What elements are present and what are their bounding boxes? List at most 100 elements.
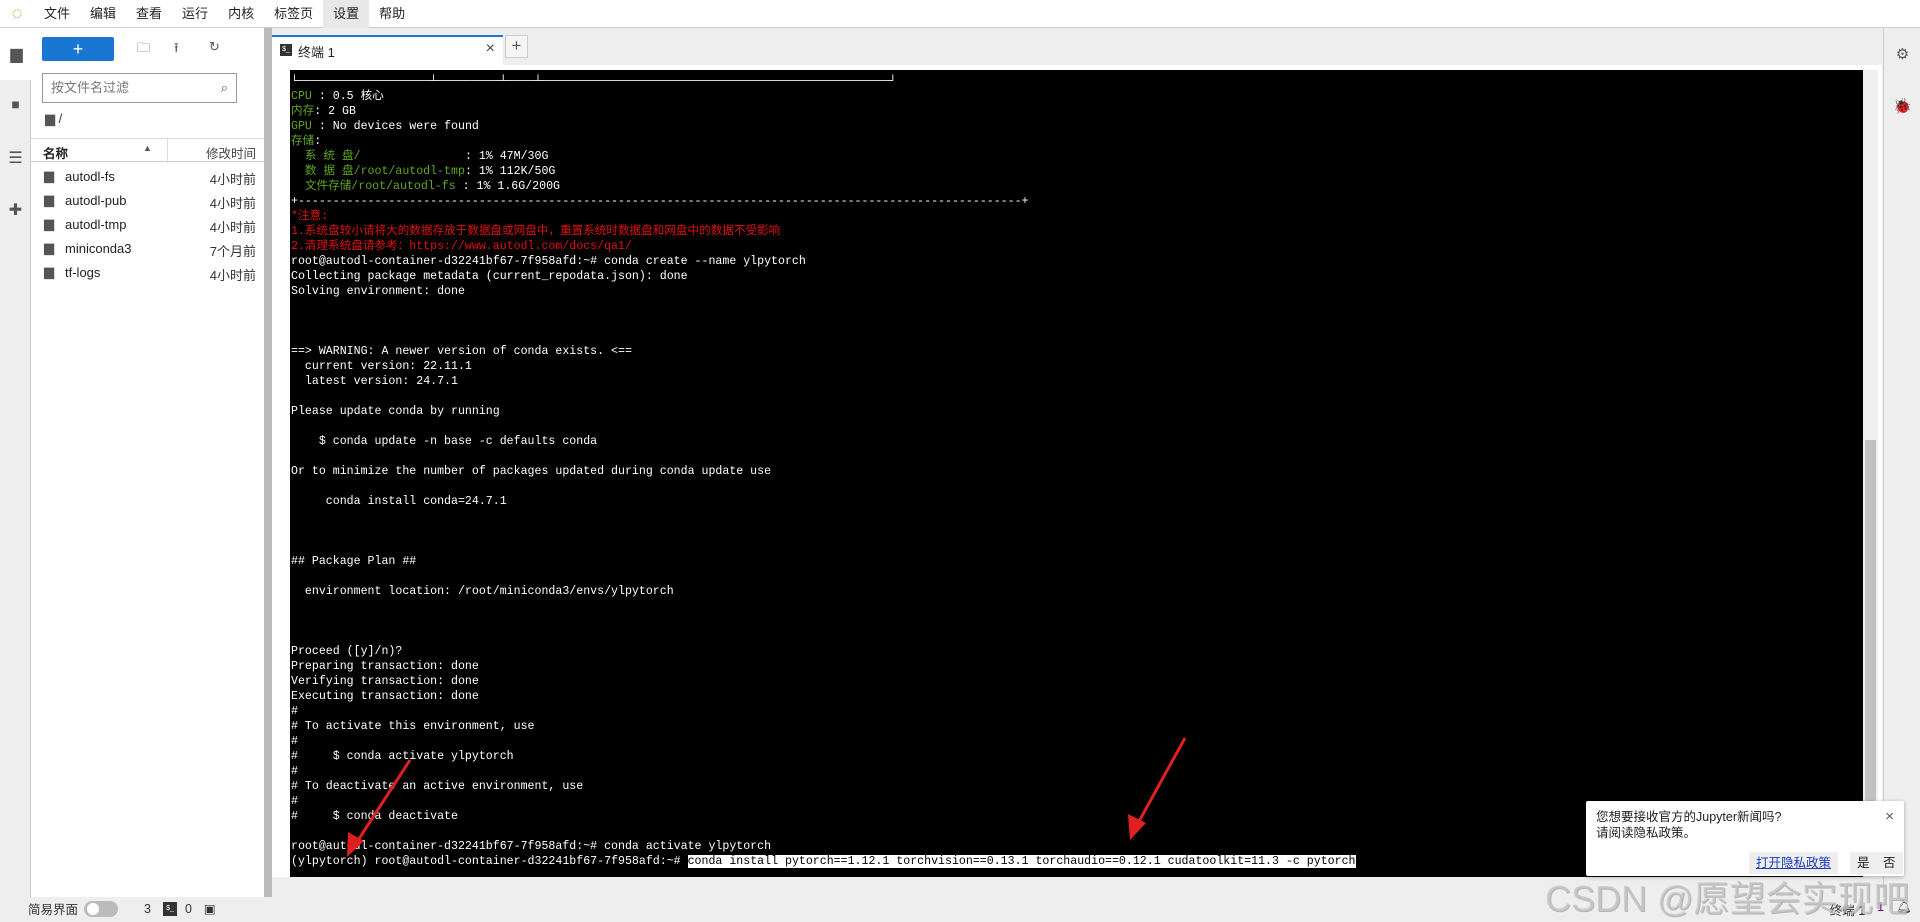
terminal-text: 存储 xyxy=(291,135,315,148)
new-launcher-button[interactable]: + xyxy=(42,37,114,61)
running-stop-icon[interactable]: ⏹ xyxy=(0,80,31,132)
file-list-item[interactable]: ▆ miniconda3 7个月前 xyxy=(31,237,264,261)
terminal-line: # To activate this environment, use xyxy=(291,719,1356,734)
terminal-text: : 1% 47M/30G xyxy=(464,150,549,163)
folder-icon: ▆ xyxy=(44,192,54,207)
terminal-text: Or to minimize the number of packages up… xyxy=(291,465,772,478)
jupyter-logo-icon: ◌ xyxy=(11,3,23,23)
terminal-line: Or to minimize the number of packages up… xyxy=(291,464,1356,479)
filter-input[interactable]: 按文件名过滤 ⌕ xyxy=(42,73,237,103)
breadcrumb[interactable]: ▆ / xyxy=(45,111,62,127)
terminal-line: # xyxy=(291,704,1356,719)
terminal-line: └───────────────────┴─────────┴────┴────… xyxy=(291,74,1356,89)
folder-icon[interactable]: ▆ xyxy=(0,28,31,80)
terminal-text: root@autodl-container-d32241bf67-7f958af… xyxy=(291,840,772,853)
terminal-line: 文件存储/root/autodl-fs : 1% 1.6G/200G xyxy=(291,179,1356,194)
close-icon[interactable]: × xyxy=(486,40,495,58)
file-list-item[interactable]: ▆ autodl-tmp 4小时前 xyxy=(31,213,264,237)
upload-icon[interactable]: ⭱ xyxy=(174,39,179,61)
terminal-text: Executing transaction: done xyxy=(291,690,479,703)
menu-item[interactable]: 标签页 xyxy=(264,0,323,28)
file-name: autodl-tmp xyxy=(65,217,127,232)
menu-item[interactable]: 运行 xyxy=(172,0,218,28)
new-folder-icon[interactable]: 🗀 xyxy=(137,39,150,61)
column-modified[interactable]: 修改时间 xyxy=(206,143,256,162)
simple-mode-toggle[interactable] xyxy=(84,900,119,917)
terminal-line: $ conda update -n base -c defaults conda xyxy=(291,434,1356,449)
terminal-text: 文件存储/root/autodl-fs xyxy=(291,180,463,193)
terminal-text: # xyxy=(291,765,298,778)
toc-list-icon[interactable]: ☰ xyxy=(0,132,31,184)
terminal-line: ## Package Plan ## xyxy=(291,554,1356,569)
menu-item[interactable]: 帮助 xyxy=(369,0,415,28)
terminal-line: 1.系统盘较小请将大的数据存放于数据盘或网盘中，重置系统时数据盘和网盘中的数据不… xyxy=(291,224,1356,239)
terminal-text: Collecting package metadata (current_rep… xyxy=(291,270,688,283)
terminal-line: # xyxy=(291,764,1356,779)
file-list-item[interactable]: ▆ autodl-fs 4小时前 xyxy=(31,165,264,189)
terminal-text: Verifying transaction: done xyxy=(291,675,479,688)
terminal-line: # xyxy=(291,794,1356,809)
menu-item[interactable]: 编辑 xyxy=(80,0,126,28)
terminal-count[interactable]: 0 xyxy=(185,902,192,916)
debugger-bug-icon[interactable]: 🐞 xyxy=(1884,80,1920,132)
terminal-text: environment location: /root/miniconda3/e… xyxy=(291,585,674,598)
status-bar: 简易界面 3 $_ 0 ▣ 终端 1 1 🔔︎ xyxy=(0,897,1920,920)
terminal-line: root@autodl-container-d32241bf67-7f958af… xyxy=(291,839,1356,854)
terminal-text: └───────────────────┴─────────┴────┴────… xyxy=(291,75,897,88)
terminal-scrollbar[interactable] xyxy=(1863,70,1878,877)
terminal-line: latest version: 24.7.1 xyxy=(291,374,1356,389)
terminal-text: 2.清理系统盘请参考：https://www.autodl.com/docs/q… xyxy=(291,240,632,253)
terminal-text: latest version: 24.7.1 xyxy=(291,375,458,388)
terminal-text: : 1% 112K/50G xyxy=(464,165,556,178)
menu-item[interactable]: 查看 xyxy=(126,0,172,28)
open-privacy-policy-button[interactable]: 打开隐私政策 xyxy=(1749,852,1839,874)
active-terminal-label: 终端 1 xyxy=(1829,904,1866,918)
terminal-text: ## Package Plan ## xyxy=(291,555,417,568)
kernel-count[interactable]: 3 xyxy=(144,902,151,916)
terminal-line: Please update conda by running xyxy=(291,404,1356,419)
left-sidebar: ▆ ⏹ ☰ ✚ xyxy=(0,28,31,897)
terminal-line: environment location: /root/miniconda3/e… xyxy=(291,584,1356,599)
file-list-item[interactable]: ▆ tf-logs 4小时前 xyxy=(31,261,264,285)
yes-button[interactable]: 是 xyxy=(1850,852,1877,874)
terminal-line: 2.清理系统盘请参考：https://www.autodl.com/docs/q… xyxy=(291,239,1356,254)
terminal-text: : 0.5 核心 xyxy=(318,90,384,103)
terminal-line: 数 据 盘/root/autodl-tmp: 1% 112K/50G xyxy=(291,164,1356,179)
terminal-line: 系 统 盘/ : 1% 47M/30G xyxy=(291,149,1356,164)
menu-item[interactable]: 设置 xyxy=(323,0,370,28)
terminal-line: # To deactivate an active environment, u… xyxy=(291,779,1356,794)
menu-item[interactable]: 内核 xyxy=(218,0,264,28)
file-browser: + 🗀 ⭱ ↻ 按文件名过滤 ⌕ ▆ / 名称 ▲ 修改时间 ▆ autodl-fs… xyxy=(31,28,264,897)
breadcrumb-root[interactable]: / xyxy=(59,111,63,126)
terminal-text: +---------------------------------------… xyxy=(291,195,1029,208)
extension-puzzle-icon[interactable]: ✚ xyxy=(0,184,31,236)
panel-resize-handle[interactable] xyxy=(264,28,272,897)
bell-icon[interactable]: 🔔︎ xyxy=(1896,900,1912,919)
tab-terminal-1[interactable]: $_ 终端 1 × xyxy=(272,35,503,65)
terminal[interactable]: └───────────────────┴─────────┴────┴────… xyxy=(290,70,1878,877)
terminal-text: # To deactivate an active environment, u… xyxy=(291,780,584,793)
file-list-item[interactable]: ▆ autodl-pub 4小时前 xyxy=(31,189,264,213)
close-icon[interactable]: × xyxy=(1885,808,1894,825)
no-button[interactable]: 否 xyxy=(1876,852,1903,874)
cpu-chip-icon[interactable]: ▣ xyxy=(204,901,216,916)
add-tab-button[interactable]: + xyxy=(505,35,528,58)
refresh-icon[interactable]: ↻ xyxy=(209,39,220,55)
menu-item[interactable]: 文件 xyxy=(34,0,80,28)
file-modified: 4小时前 xyxy=(209,220,256,235)
terminal-text: 数 据 盘/root/autodl-tmp xyxy=(291,165,465,178)
terminal-text: 系 统 盘/ xyxy=(291,150,465,163)
column-name[interactable]: 名称 xyxy=(43,143,68,162)
property-inspector-gears-icon[interactable]: ⚙ xyxy=(1884,28,1920,80)
filter-placeholder: 按文件名过滤 xyxy=(51,80,130,95)
terminal-line: GPU : No devices were found xyxy=(291,119,1356,134)
file-name: miniconda3 xyxy=(65,241,132,256)
